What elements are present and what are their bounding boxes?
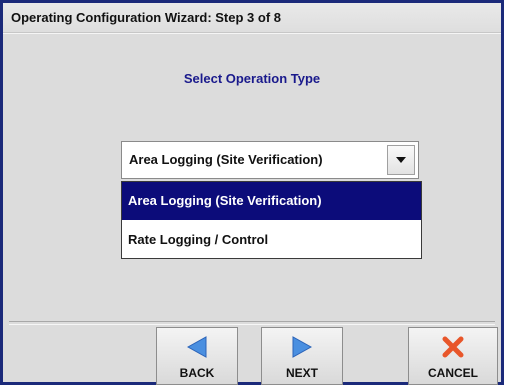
operation-type-select[interactable]: Area Logging (Site Verification): [121, 141, 419, 179]
title-divider: [3, 33, 501, 34]
option-rate-logging[interactable]: Rate Logging / Control: [122, 221, 421, 259]
arrow-right-icon: [292, 336, 312, 358]
cancel-button[interactable]: CANCEL: [408, 327, 498, 385]
operation-type-options: Area Logging (Site Verification) Rate Lo…: [121, 181, 422, 259]
arrow-left-icon: [187, 336, 207, 358]
cancel-button-label: CANCEL: [428, 366, 478, 380]
caret-down-icon: [396, 157, 406, 163]
wizard-window: Operating Configuration Wizard: Step 3 o…: [0, 0, 504, 385]
x-mark-icon: [442, 336, 464, 358]
back-button[interactable]: BACK: [156, 327, 238, 385]
window-title: Operating Configuration Wizard: Step 3 o…: [3, 3, 501, 33]
option-area-logging[interactable]: Area Logging (Site Verification): [122, 182, 421, 220]
operation-type-value: Area Logging (Site Verification): [129, 152, 323, 167]
back-button-label: BACK: [179, 366, 215, 380]
page-heading: Select Operation Type: [183, 71, 321, 86]
dropdown-toggle-button[interactable]: [387, 145, 415, 175]
next-button[interactable]: NEXT: [261, 327, 343, 385]
footer-divider: [9, 321, 495, 325]
next-button-label: NEXT: [285, 366, 318, 380]
